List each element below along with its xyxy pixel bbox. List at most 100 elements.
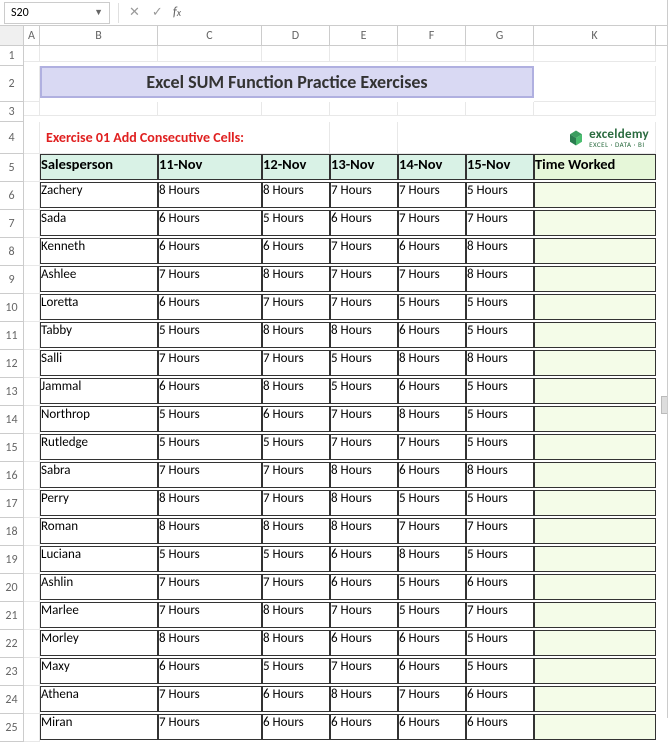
table-cell[interactable]: 5 Hours [158,434,262,460]
table-cell[interactable]: 6 Hours [330,630,398,656]
table-cell[interactable]: Ashlee [40,266,158,292]
table-cell[interactable]: Loretta [40,294,158,320]
table-cell[interactable]: 5 Hours [466,378,534,404]
table-cell[interactable]: 5 Hours [330,378,398,404]
table-cell[interactable]: 8 Hours [466,350,534,376]
table-cell[interactable] [534,434,656,460]
table-cell[interactable]: Maxy [40,658,158,684]
table-cell[interactable]: 8 Hours [262,518,330,544]
table-cell[interactable]: 5 Hours [466,182,534,208]
table-cell[interactable]: 6 Hours [398,630,466,656]
table-cell[interactable] [534,350,656,376]
table-cell[interactable] [534,518,656,544]
cell[interactable] [24,322,40,350]
table-cell[interactable]: 5 Hours [398,574,466,600]
cell[interactable] [24,378,40,406]
table-cell[interactable]: Marlee [40,602,158,628]
cell[interactable] [466,102,534,116]
table-cell[interactable]: 6 Hours [398,658,466,684]
table-cell[interactable]: Morley [40,630,158,656]
table-cell[interactable]: 7 Hours [330,406,398,432]
table-cell[interactable]: 8 Hours [262,182,330,208]
row-header-8[interactable]: 8 [0,238,24,266]
table-cell[interactable]: Rutledge [40,434,158,460]
table-cell[interactable] [534,658,656,684]
cell[interactable] [24,210,40,238]
row-header-16[interactable]: 16 [0,462,24,490]
table-cell[interactable]: 5 Hours [158,322,262,348]
cell[interactable] [24,182,40,210]
table-cell[interactable]: 5 Hours [466,546,534,572]
table-cell[interactable] [534,602,656,628]
table-cell[interactable] [534,238,656,264]
col-header-K[interactable]: K [534,26,656,45]
table-cell[interactable]: 6 Hours [466,574,534,600]
col-header-E[interactable]: E [330,26,398,45]
cell[interactable] [40,102,158,116]
table-cell[interactable]: 7 Hours [262,462,330,488]
table-cell[interactable] [534,406,656,432]
table-header[interactable]: Salesperson [40,154,158,180]
cell[interactable] [466,46,534,62]
table-cell[interactable]: 6 Hours [466,686,534,712]
table-cell[interactable]: 7 Hours [330,182,398,208]
row-header-9[interactable]: 9 [0,266,24,294]
table-cell[interactable]: 5 Hours [398,294,466,320]
table-cell[interactable]: 7 Hours [398,266,466,292]
table-cell[interactable]: 7 Hours [158,350,262,376]
cell[interactable] [330,122,398,154]
table-cell[interactable]: Northrop [40,406,158,432]
table-cell[interactable]: 5 Hours [398,490,466,516]
table-cell[interactable]: 8 Hours [466,238,534,264]
page-title[interactable]: Excel SUM Function Practice Exercises [40,66,534,98]
table-cell[interactable]: 7 Hours [158,462,262,488]
table-cell[interactable]: 5 Hours [398,602,466,628]
table-cell[interactable]: 8 Hours [262,630,330,656]
table-cell[interactable]: 6 Hours [158,210,262,236]
table-cell[interactable]: Sabra [40,462,158,488]
table-cell[interactable]: Luciana [40,546,158,572]
table-cell[interactable]: 6 Hours [262,238,330,264]
table-cell[interactable]: 5 Hours [466,434,534,460]
table-cell[interactable]: 5 Hours [330,350,398,376]
row-header-21[interactable]: 21 [0,602,24,630]
table-cell[interactable] [534,546,656,572]
table-cell[interactable]: 8 Hours [330,490,398,516]
table-cell[interactable]: 7 Hours [158,686,262,712]
cell[interactable] [262,46,330,62]
cell[interactable] [24,266,40,294]
table-cell[interactable]: 5 Hours [158,406,262,432]
table-cell[interactable]: Jammal [40,378,158,404]
cell[interactable] [534,46,656,62]
table-cell[interactable]: 8 Hours [158,630,262,656]
table-cell[interactable]: 7 Hours [330,658,398,684]
cell[interactable] [24,238,40,266]
table-cell[interactable] [534,490,656,516]
table-cell[interactable]: Tabby [40,322,158,348]
table-cell[interactable]: 5 Hours [466,658,534,684]
cell[interactable] [158,46,262,62]
cell[interactable] [534,66,656,102]
cell[interactable] [24,490,40,518]
cell[interactable] [534,102,656,116]
table-cell[interactable]: Zachery [40,182,158,208]
table-cell[interactable] [534,574,656,600]
cell[interactable] [24,686,40,714]
table-cell[interactable]: 8 Hours [262,322,330,348]
table-cell[interactable]: 6 Hours [262,406,330,432]
table-cell[interactable]: Roman [40,518,158,544]
row-header-5[interactable]: 5 [0,154,24,182]
exercise-label[interactable]: Exercise 01 Add Consecutive Cells: [40,122,330,154]
table-header[interactable]: 15-Nov [466,154,534,180]
table-cell[interactable]: 8 Hours [398,406,466,432]
table-cell[interactable]: 6 Hours [330,546,398,572]
table-cell[interactable]: 5 Hours [158,546,262,572]
table-cell[interactable] [534,266,656,292]
table-cell[interactable]: 8 Hours [330,322,398,348]
row-header-4[interactable]: 4 [0,122,24,154]
row-header-23[interactable]: 23 [0,658,24,686]
table-cell[interactable]: 6 Hours [158,294,262,320]
table-cell[interactable]: 5 Hours [466,322,534,348]
table-cell[interactable]: Athena [40,686,158,712]
table-cell[interactable]: 7 Hours [466,210,534,236]
